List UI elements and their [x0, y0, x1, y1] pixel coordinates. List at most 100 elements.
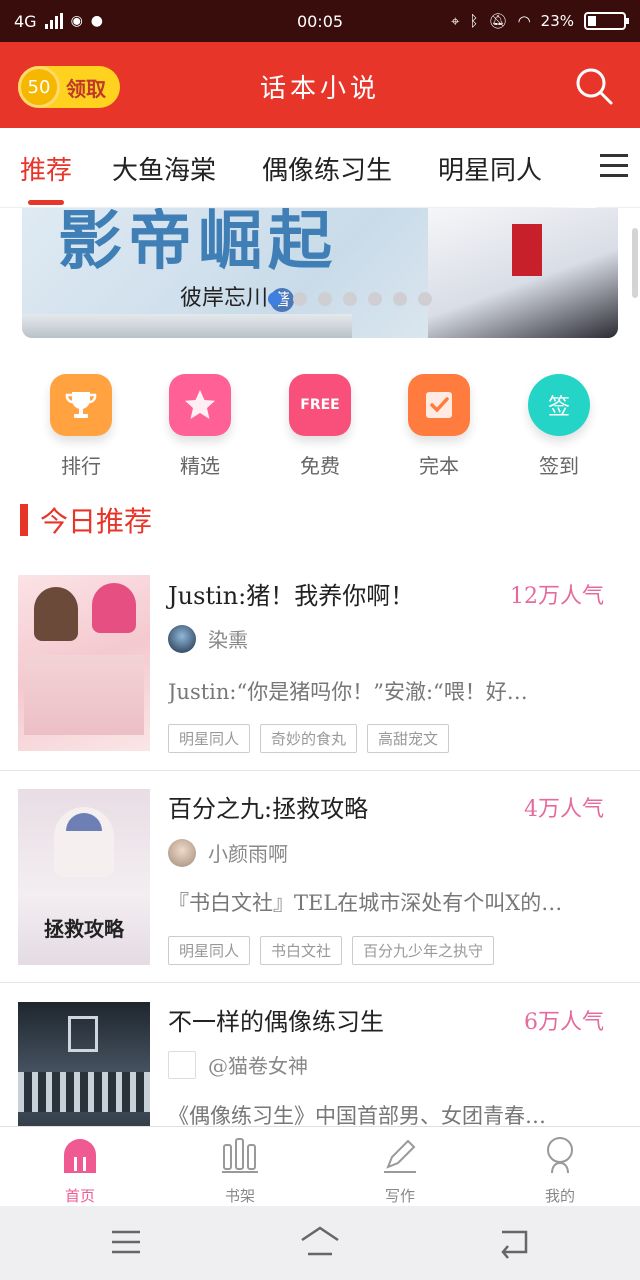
book-tag[interactable]: 百分九少年之执守: [352, 936, 495, 965]
avatar: [168, 1050, 196, 1079]
nav-label: 写作: [384, 1187, 415, 1205]
quick-link-featured[interactable]: 精选: [150, 374, 250, 479]
quick-link-ranking[interactable]: 排行: [31, 374, 131, 479]
profile-icon: [547, 1137, 573, 1174]
quick-link-completed[interactable]: 完本: [389, 374, 489, 479]
star-icon: [169, 374, 231, 436]
mute-icon: 🔕︎: [488, 12, 508, 30]
carousel-dot[interactable]: [418, 292, 432, 306]
banner-author-name: 彼岸忘川: [180, 286, 269, 311]
book-title: 不一样的偶像练习生: [168, 1008, 384, 1036]
book-tag[interactable]: 明星同人: [168, 724, 251, 753]
banner-title: 影帝崛起: [58, 208, 338, 279]
book-item-1[interactable]: Justin:猪！我养你啊！ 12万人气 染熏 Justin:“你是猪吗你！”安…: [0, 560, 640, 771]
book-author: 染熏: [168, 624, 248, 653]
book-description: 《偶像练习生》中国首部男、女团青春…: [168, 1104, 546, 1126]
quick-link-free[interactable]: FREE 免费: [270, 374, 370, 479]
battery-percent: 23%: [540, 12, 574, 30]
nav-write[interactable]: 写作: [340, 1135, 460, 1206]
carousel-dot[interactable]: [393, 292, 407, 306]
quick-link-label: 免费: [300, 454, 340, 478]
network-type: 4G: [14, 11, 37, 31]
book-author-name: 染熏: [208, 628, 248, 652]
nav-bookshelf[interactable]: 书架: [180, 1135, 300, 1206]
section-accent-bar: [20, 504, 28, 536]
book-popularity: 12万人气: [510, 584, 604, 609]
active-tab-indicator: [28, 200, 64, 205]
carousel-dots: [268, 292, 432, 306]
app-header: 50 领取 话本小说: [0, 42, 640, 128]
clock: 00:05: [296, 11, 344, 31]
nav-label: 书架: [224, 1187, 255, 1205]
book-cover-title: 拯救攻略: [44, 917, 124, 941]
battery-level: [588, 16, 596, 26]
status-bar: 4G ◉ ● 00:05 ⌖ ᛒ 🔕︎ ◠ 23%: [0, 0, 640, 42]
free-tag-icon: FREE: [289, 374, 351, 436]
nav-home[interactable]: 首页: [20, 1135, 140, 1206]
nav-profile[interactable]: 我的: [500, 1135, 620, 1206]
book-cover: 拯救攻略: [18, 789, 150, 965]
nav-label: 我的: [544, 1187, 575, 1205]
book-title: 百分之九:拯救攻略: [168, 795, 369, 823]
book-popularity: 4万人气: [524, 797, 604, 822]
avatar: [168, 838, 196, 867]
menu-icon[interactable]: [106, 1224, 146, 1260]
book-item-3[interactable]: 不一样的偶像练习生 6万人气 @猫卷女神 《偶像练习生》中国首部男、女团青春…: [0, 984, 640, 1126]
book-tags: 明星同人 奇妙的食丸 高甜宠文: [168, 724, 450, 753]
battery-icon: [584, 12, 629, 30]
wifi-icon: ◠: [517, 12, 531, 30]
book-cover: [18, 1002, 150, 1126]
trophy-icon: [50, 374, 112, 436]
quick-link-label: 排行: [61, 454, 101, 478]
banner-character-image: [428, 208, 618, 338]
home-key-icon[interactable]: [298, 1224, 342, 1260]
carousel-dot[interactable]: [268, 292, 282, 306]
book-tag[interactable]: 书白文社: [260, 936, 343, 965]
bluetooth-icon: ᛒ: [469, 12, 479, 30]
qq-icon: ●: [90, 13, 104, 29]
book-tag[interactable]: 明星同人: [168, 936, 251, 965]
system-nav-bar: [0, 1206, 640, 1280]
carousel-dot[interactable]: [293, 292, 307, 306]
carousel-dot[interactable]: [368, 292, 382, 306]
check-document-icon: [408, 374, 470, 436]
carousel-dot[interactable]: [318, 292, 332, 306]
banner-bridge-image: [22, 314, 352, 338]
book-item-2[interactable]: 拯救攻略 百分之九:拯救攻略 4万人气 小颜雨啊 『书白文社』TEL在城市深处有…: [0, 771, 640, 983]
app-title: 话本小说: [259, 74, 380, 104]
tab-recommend[interactable]: 推荐: [20, 150, 72, 187]
quick-link-label: 完本: [419, 454, 459, 478]
book-title: Justin:猪！我养你啊！: [168, 582, 415, 610]
location-icon: ⌖: [451, 12, 460, 30]
tab-celebrity-fanfic[interactable]: 明星同人: [438, 150, 542, 187]
book-description: Justin:“你是猪吗你！”安澈:“喂！好…: [168, 680, 528, 704]
book-author-name: @猫卷女神: [208, 1054, 308, 1078]
book-tag[interactable]: 奇妙的食丸: [260, 724, 358, 753]
tab-idol-producer[interactable]: 偶像练习生: [262, 150, 392, 187]
book-description: 『书白文社』TEL在城市深处有个叫X的…: [168, 891, 563, 915]
tab-dayu-haitang[interactable]: 大鱼海棠: [112, 150, 216, 187]
quick-link-label: 精选: [180, 454, 220, 478]
promo-banner[interactable]: 影帝崛起 彼岸忘川著: [22, 208, 618, 338]
section-title: 今日推荐: [40, 505, 153, 538]
quick-link-label: 签到: [539, 454, 579, 478]
avatar: [168, 624, 196, 653]
scrollbar[interactable]: [632, 228, 638, 298]
weibo-icon: ◉: [70, 13, 83, 29]
book-tag[interactable]: 高甜宠文: [367, 724, 450, 753]
search-icon[interactable]: [574, 66, 614, 106]
signal-icon: [44, 13, 63, 29]
section-header: 今日推荐: [20, 502, 152, 538]
quick-link-sign-in[interactable]: 签 签到: [509, 374, 609, 479]
carousel-dot[interactable]: [343, 292, 357, 306]
nav-label: 首页: [64, 1187, 95, 1205]
book-author: 小颜雨啊: [168, 838, 288, 867]
back-icon[interactable]: [494, 1224, 534, 1260]
book-author-name: 小颜雨啊: [208, 842, 288, 866]
book-cover: [18, 575, 150, 751]
tab-menu-icon[interactable]: [600, 154, 628, 178]
sign-in-icon: 签: [528, 374, 590, 436]
bookshelf-icon: [222, 1138, 258, 1173]
tab-fade: [536, 128, 596, 208]
pencil-icon: [384, 1139, 416, 1173]
